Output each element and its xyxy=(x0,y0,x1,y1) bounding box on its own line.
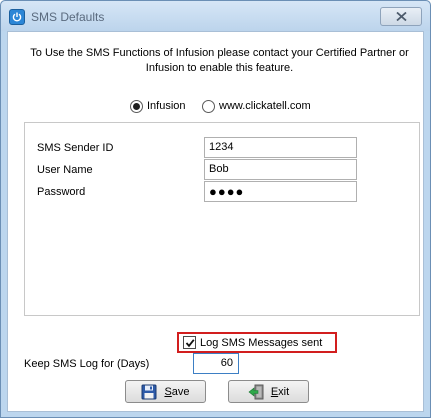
title-bar[interactable]: SMS Defaults xyxy=(1,1,430,31)
radio-clickatell[interactable]: www.clickatell.com xyxy=(202,99,311,113)
credentials-group: SMS Sender ID 1234 User Name Bob Passwor… xyxy=(24,122,420,316)
dialog-body: To Use the SMS Functions of Infusion ple… xyxy=(7,31,424,412)
sender-id-label: SMS Sender ID xyxy=(37,142,114,154)
user-name-input[interactable]: Bob xyxy=(204,159,357,180)
exit-button-label: Exit xyxy=(270,385,290,398)
password-label: Password xyxy=(37,186,86,198)
sms-defaults-window: SMS Defaults To Use the SMS Functions of… xyxy=(0,0,431,418)
log-sms-checkbox[interactable] xyxy=(183,336,196,349)
power-icon xyxy=(9,9,25,25)
radio-clickatell-label: www.clickatell.com xyxy=(219,100,311,112)
keep-log-label: Keep SMS Log for (Days) xyxy=(24,358,150,370)
notice-text: To Use the SMS Functions of Infusion ple… xyxy=(30,47,409,74)
radio-infusion-button[interactable] xyxy=(130,99,143,113)
save-button[interactable]: Save xyxy=(125,380,206,403)
checkmark-icon xyxy=(185,339,195,348)
user-name-label: User Name xyxy=(37,164,93,176)
password-input[interactable]: ●●●● xyxy=(204,181,357,202)
radio-infusion-label: Infusion xyxy=(147,100,186,112)
save-button-label: Save xyxy=(164,385,190,398)
sender-id-input[interactable]: 1234 xyxy=(204,137,357,158)
close-button[interactable] xyxy=(380,7,422,26)
radio-clickatell-button[interactable] xyxy=(202,99,215,113)
keep-log-days-input[interactable]: 60 xyxy=(193,353,239,374)
exit-button[interactable]: Exit xyxy=(228,380,309,403)
window-title: SMS Defaults xyxy=(31,10,105,24)
log-sms-label: Log SMS Messages sent xyxy=(200,336,323,349)
floppy-disk-icon xyxy=(141,384,157,400)
exit-door-icon xyxy=(248,384,264,400)
radio-infusion[interactable]: Infusion xyxy=(130,99,186,113)
log-sms-checkbox-row[interactable]: Log SMS Messages sent xyxy=(177,332,337,353)
